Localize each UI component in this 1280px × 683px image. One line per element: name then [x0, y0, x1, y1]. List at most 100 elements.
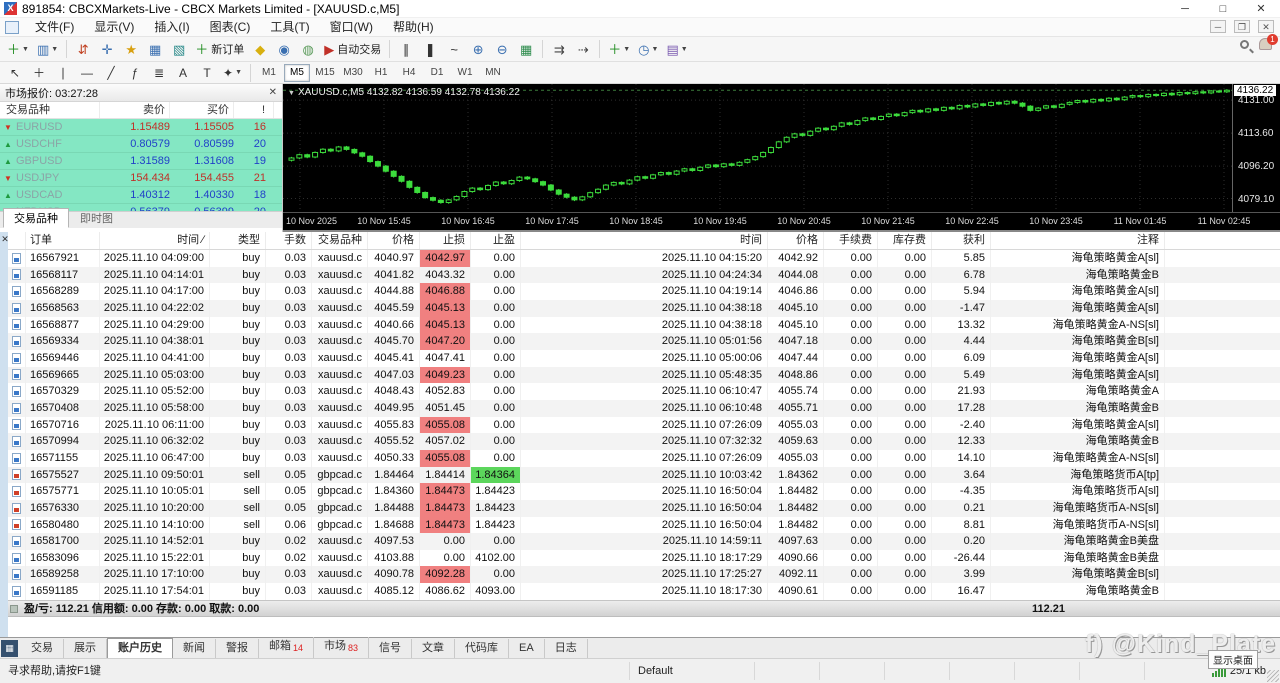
dropdown-caret-icon[interactable]: ▼ [652, 46, 659, 53]
terminal-tab-EA[interactable]: EA [509, 639, 545, 658]
menu-item[interactable]: 图表(C) [200, 18, 261, 36]
history-row[interactable]: 16570408 2025.11.10 05:58:00 buy 0.03 xauusd… [8, 399, 1280, 417]
market-watch-close-icon[interactable]: ✕ [269, 87, 277, 98]
text-tool-button[interactable]: A [172, 63, 194, 83]
menu-item[interactable]: 插入(I) [144, 18, 199, 36]
candlestick-chart-button[interactable]: ❚ [419, 39, 441, 59]
terminal-tab-信号[interactable]: 信号 [369, 639, 413, 658]
history-row[interactable]: 16576330 2025.11.10 10:20:00 sell 0.05 gbpca… [8, 499, 1280, 517]
menu-item[interactable]: 显示(V) [84, 18, 144, 36]
timeframe-button-m1[interactable]: M1 [256, 64, 282, 82]
dropdown-caret-icon[interactable]: ▼ [51, 46, 58, 53]
cursor-tool-button[interactable]: ↖ [4, 63, 26, 83]
timeframe-button-h4[interactable]: H4 [396, 64, 422, 82]
close-window-button[interactable]: ✕ [1242, 0, 1280, 18]
history-column-header[interactable]: 价格 [368, 232, 420, 249]
history-row[interactable]: 16568563 2025.11.10 04:22:02 buy 0.03 xauusd… [8, 299, 1280, 317]
periods-button[interactable]: ◷ ▼ [635, 39, 661, 59]
search-icon[interactable] [1240, 39, 1249, 49]
terminal-tab-展示[interactable]: 展示 [64, 639, 107, 658]
history-row[interactable]: 16571155 2025.11.10 06:47:00 buy 0.03 xauusd… [8, 449, 1280, 467]
history-column-header[interactable]: 时间 ∕ [100, 232, 210, 249]
market-watch-column-header[interactable]: 交易品种 [0, 102, 100, 118]
menu-item[interactable]: 窗口(W) [320, 18, 383, 36]
timeframe-button-m30[interactable]: M30 [340, 64, 366, 82]
timeframe-button-w1[interactable]: W1 [452, 64, 478, 82]
price-axis[interactable]: 4131.00 4113.60 4096.20 4079.10 4136.22 [1232, 84, 1280, 212]
channel-tool-button[interactable]: ≣ [148, 63, 170, 83]
terminal-tab-新闻[interactable]: 新闻 [173, 639, 216, 658]
history-row[interactable]: 16570329 2025.11.10 05:52:00 buy 0.03 xauusd… [8, 383, 1280, 400]
community-button[interactable]: ◉ [273, 39, 295, 59]
history-column-header[interactable]: 类型 [210, 232, 266, 249]
terminal-tab-邮箱[interactable]: 邮箱 14 [259, 637, 315, 658]
terminal-button[interactable]: ▦ [144, 39, 166, 59]
market-watch-row-usdjpy[interactable]: ▼ USDJPY 154.434 154.455 21 [0, 170, 282, 187]
market-watch-column-header[interactable]: ! [234, 102, 274, 118]
shapes-tool-button[interactable]: ✦ ▼ [220, 63, 245, 83]
history-column-header[interactable]: 时间 [521, 232, 768, 249]
timeframe-button-d1[interactable]: D1 [424, 64, 450, 82]
market-watch-row-eurusd[interactable]: ▼ EURUSD 1.15489 1.15505 16 [0, 119, 282, 136]
history-row[interactable]: 16575527 2025.11.10 09:50:01 sell 0.05 gbpca… [8, 466, 1280, 484]
market-watch-row-gbpusd[interactable]: ▲ GBPUSD 1.31589 1.31608 19 [0, 153, 282, 170]
data-window-button[interactable]: ✛ [96, 39, 118, 59]
dropdown-caret-icon[interactable]: ▼ [623, 46, 630, 53]
history-column-header[interactable]: 手数 [266, 232, 312, 249]
auto-scroll-button[interactable]: ⇉ [548, 39, 570, 59]
tile-windows-button[interactable]: ▦ [515, 39, 537, 59]
resize-grip[interactable] [1267, 670, 1279, 682]
chart-plot-area[interactable] [283, 84, 1232, 212]
history-column-header[interactable]: 注释 [991, 232, 1165, 249]
market-watch-column-header[interactable]: 买价 [170, 102, 234, 118]
mdi-minimize-button[interactable]: ─ [1210, 20, 1226, 33]
history-column-header[interactable]: 价格 [768, 232, 824, 249]
history-column-header[interactable]: 订单 [26, 232, 100, 249]
line-chart-button[interactable]: ~ [443, 39, 465, 59]
dropdown-caret-icon[interactable]: ▼ [235, 69, 242, 76]
history-row[interactable]: 16580480 2025.11.10 14:10:00 sell 0.06 gbpca… [8, 516, 1280, 534]
bar-chart-button[interactable]: ∥ [395, 39, 417, 59]
menu-item[interactable]: 文件(F) [25, 18, 84, 36]
market-watch-tab[interactable]: 交易品种 [3, 208, 69, 228]
profiles-button[interactable]: ▥ ▼ [34, 39, 61, 59]
history-column-header[interactable]: 库存费 [878, 232, 932, 249]
mdi-close-button[interactable]: ✕ [1258, 20, 1274, 33]
timeframe-button-m5[interactable]: M5 [284, 63, 310, 82]
history-row[interactable]: 16567921 2025.11.10 04:09:00 buy 0.03 xauusd… [8, 250, 1280, 267]
history-row[interactable]: 16568289 2025.11.10 04:17:00 buy 0.03 xauusd… [8, 283, 1280, 300]
history-row[interactable]: 16570994 2025.11.10 06:32:02 buy 0.03 xauusd… [8, 433, 1280, 450]
history-column-header[interactable]: 获利 [932, 232, 991, 249]
dropdown-caret-icon[interactable]: ▼ [681, 46, 688, 53]
terminal-tab-市场[interactable]: 市场 83 [314, 637, 370, 658]
market-watch-row-usdcad[interactable]: ▲ USDCAD 1.40312 1.40330 18 [0, 187, 282, 204]
history-row[interactable]: 16569334 2025.11.10 04:38:01 buy 0.03 xauusd… [8, 333, 1280, 350]
history-row[interactable]: 16583096 2025.11.10 15:22:01 buy 0.02 xauusd… [8, 549, 1280, 567]
history-row[interactable]: 16568877 2025.11.10 04:29:00 buy 0.03 xauusd… [8, 316, 1280, 334]
new-chart-button[interactable]: ＋ ▼ [4, 39, 32, 59]
indicators-button[interactable]: ＋ ▼ [605, 39, 633, 59]
history-row[interactable]: 16591185 2025.11.10 17:54:01 buy 0.03 xauusd… [8, 583, 1280, 600]
new-order-button[interactable]: ＋新订单 [192, 39, 247, 59]
horizontal-line-tool-button[interactable]: — [76, 63, 98, 83]
history-column-header[interactable]: 止损 [420, 232, 471, 249]
time-axis[interactable]: 10 Nov 2025 10 Nov 15:45 10 Nov 16:45 10 No… [283, 212, 1280, 232]
notifications-bell-icon[interactable]: 1 [1259, 34, 1278, 50]
history-row[interactable]: 16568117 2025.11.10 04:14:01 buy 0.03 xauusd… [8, 266, 1280, 284]
terminal-tab-日志[interactable]: 日志 [545, 639, 588, 658]
news-button[interactable]: ◍ [297, 39, 319, 59]
timeframe-button-m15[interactable]: M15 [312, 64, 338, 82]
zoom-out-button[interactable]: ⊖ [491, 39, 513, 59]
history-column-header[interactable]: 交易品种 [312, 232, 368, 249]
strategy-tester-button[interactable]: ▧ [168, 39, 190, 59]
status-profile-selector[interactable]: Default [630, 662, 755, 680]
text-label-tool-button[interactable]: T [196, 63, 218, 83]
vertical-line-tool-button[interactable]: ∣ [52, 63, 74, 83]
history-column-header[interactable]: 止盈 [471, 232, 521, 249]
crosshair-tool-button[interactable]: ＋ [28, 63, 50, 83]
metaeditor-button[interactable]: ◆ [249, 39, 271, 59]
trendline-tool-button[interactable]: ╱ [100, 63, 122, 83]
maximize-window-button[interactable]: □ [1204, 0, 1242, 18]
fibonacci-tool-button[interactable]: ƒ [124, 63, 146, 83]
history-row[interactable]: 16570716 2025.11.10 06:11:00 buy 0.03 xauusd… [8, 416, 1280, 434]
